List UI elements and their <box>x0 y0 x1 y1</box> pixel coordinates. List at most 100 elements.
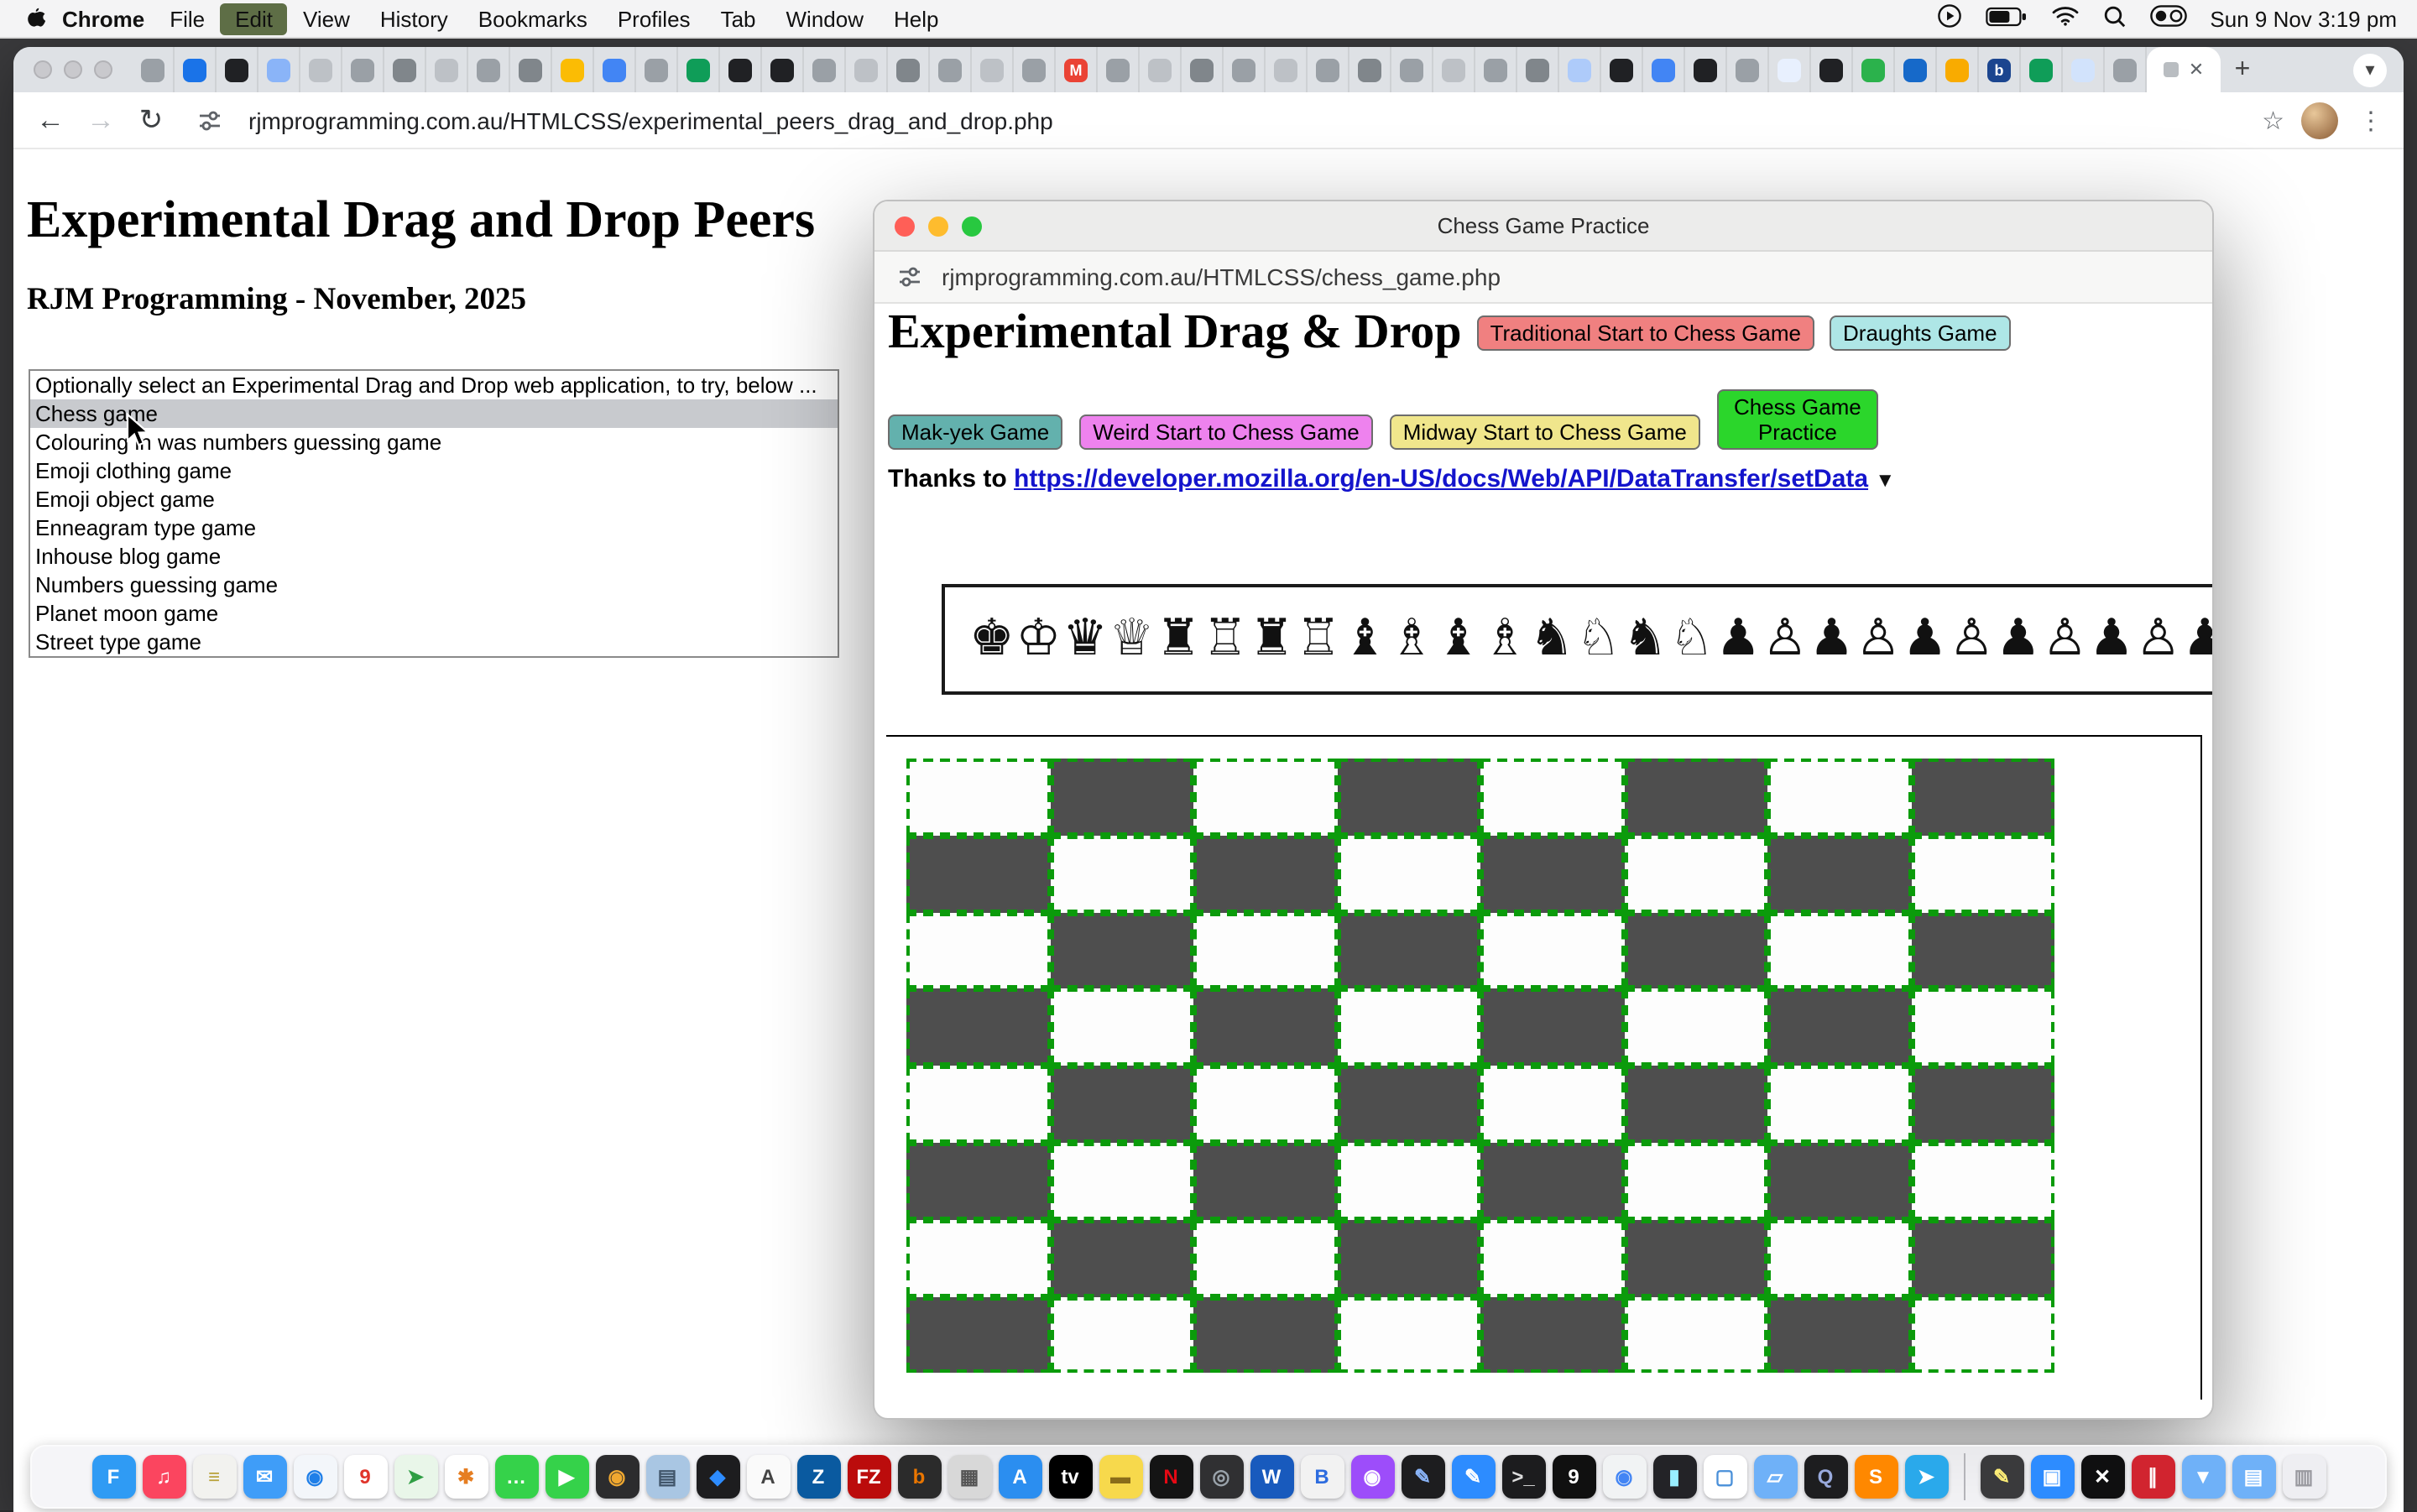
menubar-item[interactable]: File <box>154 3 220 34</box>
browser-tab[interactable] <box>510 47 552 92</box>
trash-dock-icon[interactable]: ▥ <box>2282 1455 2326 1499</box>
browser-tab[interactable] <box>678 47 720 92</box>
app-store-dock-icon[interactable]: A <box>998 1455 1041 1499</box>
browser-tab[interactable] <box>1895 47 1937 92</box>
disk-utility-dock-icon[interactable]: ◎ <box>1199 1455 1243 1499</box>
calendar-dock-icon[interactable]: 9 <box>343 1455 387 1499</box>
board-cell[interactable] <box>1624 989 1767 1066</box>
chess-piece[interactable]: ♙ <box>1855 589 1902 690</box>
spotlight-icon[interactable] <box>2102 4 2126 33</box>
board-cell[interactable] <box>1337 759 1480 836</box>
browser-tab[interactable] <box>1140 47 1182 92</box>
board-cell[interactable] <box>1050 1296 1193 1374</box>
game-mode-button[interactable]: Midway Start to Chess Game <box>1390 414 1700 450</box>
chess-piece[interactable]: ♟ <box>1902 589 1949 690</box>
things-dock-icon[interactable]: 9 <box>1552 1455 1595 1499</box>
board-cell[interactable] <box>1767 1143 1911 1220</box>
board-cell[interactable] <box>1624 1220 1767 1297</box>
facetime-dock-icon[interactable]: ▶ <box>545 1455 588 1499</box>
chess-piece[interactable]: ♝ <box>1342 589 1389 690</box>
chess-piece[interactable]: ♙ <box>1762 589 1809 690</box>
chess-piece[interactable]: ♗ <box>1388 589 1435 690</box>
browser-tab[interactable] <box>175 47 217 92</box>
menubar-clock[interactable]: Sun 9 Nov 3:19 pm <box>2210 6 2397 31</box>
apple-tv-dock-icon[interactable]: tv <box>1048 1455 1092 1499</box>
browser-tab[interactable] <box>300 47 342 92</box>
browser-tab[interactable] <box>1475 47 1517 92</box>
active-app-name[interactable]: Chrome <box>62 6 144 31</box>
terminal-dock-icon[interactable]: >_ <box>1501 1455 1545 1499</box>
board-cell[interactable] <box>1624 836 1767 913</box>
wifi-icon[interactable] <box>2050 5 2079 32</box>
board-cell[interactable] <box>1767 1066 1911 1143</box>
board-cell[interactable] <box>1911 759 2054 836</box>
music-dock-icon[interactable]: ♫ <box>142 1455 185 1499</box>
board-cell[interactable] <box>1480 1296 1624 1374</box>
reload-icon[interactable]: ↻ <box>134 103 168 137</box>
board-cell[interactable] <box>906 912 1050 989</box>
menubar-item[interactable]: View <box>288 3 365 34</box>
board-cell[interactable] <box>1193 1143 1337 1220</box>
browser-tab[interactable] <box>1937 47 1979 92</box>
chess-piece[interactable]: ♟ <box>2181 589 2214 690</box>
board-cell[interactable] <box>1050 1143 1193 1220</box>
browser-tab[interactable] <box>720 47 762 92</box>
chess-piece[interactable]: ♟ <box>1995 589 2042 690</box>
board-cell[interactable] <box>1767 759 1911 836</box>
browser-tab[interactable]: b <box>1979 47 2021 92</box>
photo-booth-dock-icon[interactable]: ◉ <box>595 1455 639 1499</box>
menubar-item[interactable]: Profiles <box>603 3 706 34</box>
browser-tab[interactable] <box>133 47 175 92</box>
browser-tab[interactable] <box>1098 47 1140 92</box>
word-dock-icon[interactable]: W <box>1250 1455 1293 1499</box>
browser-tab[interactable] <box>930 47 972 92</box>
board-cell[interactable] <box>1050 836 1193 913</box>
board-cell[interactable] <box>1193 759 1337 836</box>
board-cell[interactable] <box>1767 836 1911 913</box>
board-cell[interactable] <box>1050 912 1193 989</box>
listbox-option[interactable]: Colouring in was numbers guessing game <box>30 428 838 456</box>
chess-piece[interactable]: ♕ <box>1109 589 1156 690</box>
chrome-dock-icon[interactable]: ◉ <box>1602 1455 1646 1499</box>
chess-piece[interactable]: ♞ <box>1621 589 1668 690</box>
back-icon[interactable]: ← <box>34 103 67 137</box>
tab-search-chevron-icon[interactable]: ▾ <box>2353 53 2387 86</box>
folder-dock-icon[interactable]: ▱ <box>1753 1455 1797 1499</box>
keynote-dock-icon[interactable]: ◆ <box>696 1455 739 1499</box>
popup-titlebar[interactable]: Chess Game Practice <box>874 201 2212 252</box>
browser-tab[interactable] <box>1266 47 1308 92</box>
board-cell[interactable] <box>1193 989 1337 1066</box>
browser-tab[interactable] <box>2063 47 2105 92</box>
board-cell[interactable] <box>1911 989 2054 1066</box>
browser-tab[interactable] <box>1517 47 1559 92</box>
quicklook-dock-icon[interactable]: Q <box>1804 1455 1847 1499</box>
chess-piece[interactable]: ♔ <box>1015 589 1062 690</box>
dropdown-caret-icon[interactable]: ▼ <box>1875 468 1895 492</box>
browser-tab[interactable] <box>384 47 426 92</box>
iterm-dock-icon[interactable]: ▮ <box>1652 1455 1696 1499</box>
chess-piece[interactable]: ♜ <box>1155 589 1202 690</box>
board-cell[interactable] <box>1050 989 1193 1066</box>
preview-dock-icon[interactable]: ▤ <box>645 1455 689 1499</box>
board-cell[interactable] <box>1050 1066 1193 1143</box>
listbox-option[interactable]: Emoji object game <box>30 485 838 514</box>
browser-tab[interactable] <box>804 47 846 92</box>
chess-piece[interactable]: ♙ <box>2135 589 2182 690</box>
bbedit-dock-icon[interactable]: B <box>1300 1455 1344 1499</box>
board-cell[interactable] <box>1337 1220 1480 1297</box>
active-tab[interactable]: ✕ <box>2147 47 2221 92</box>
board-cell[interactable] <box>1911 836 2054 913</box>
new-tab-button[interactable]: + <box>2221 55 2264 85</box>
apple-menu-icon[interactable] <box>23 6 45 31</box>
listbox-option[interactable]: Chess game <box>30 399 838 428</box>
files-dock-icon[interactable]: ▢ <box>1703 1455 1746 1499</box>
board-cell[interactable] <box>1480 989 1624 1066</box>
chess-piece[interactable]: ♘ <box>1575 589 1622 690</box>
chess-piece[interactable]: ♘ <box>1668 589 1715 690</box>
utility-grid-dock-icon[interactable]: ▦ <box>947 1455 991 1499</box>
browser-tab[interactable] <box>1601 47 1643 92</box>
board-cell[interactable] <box>1911 1143 2054 1220</box>
browser-tab[interactable] <box>342 47 384 92</box>
browser-tab[interactable] <box>258 47 300 92</box>
close-tab-icon[interactable]: ✕ <box>2189 59 2204 81</box>
